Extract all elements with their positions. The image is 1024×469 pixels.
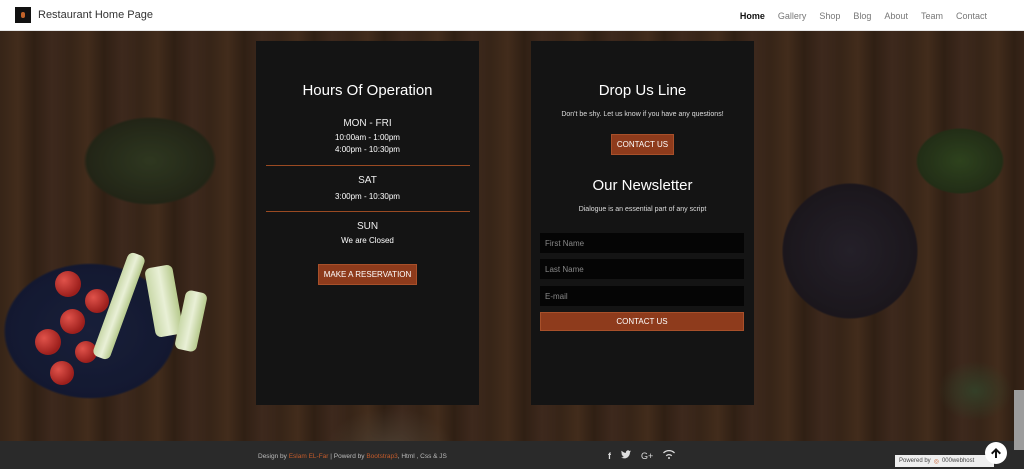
contact-button-wrap: CONTACT US — [531, 134, 754, 155]
hours-day-label: SAT — [358, 175, 377, 186]
brand-title[interactable]: Restaurant Home Page — [38, 9, 153, 21]
nav-item-contact[interactable]: Contact — [956, 11, 987, 21]
hours-time-line: 3:00pm - 10:30pm — [335, 192, 400, 201]
hours-time-line: We are Closed — [341, 236, 394, 245]
make-reservation-button[interactable]: MAKE A RESERVATION — [317, 264, 418, 285]
background-food-image — [0, 31, 1024, 441]
nav-item-home[interactable]: Home — [740, 11, 765, 21]
hours-block-sunday: SUN We are Closed — [256, 221, 479, 247]
credits-text: Powerd by — [333, 453, 365, 460]
newsletter-submit-button[interactable]: CONTACT US — [540, 312, 744, 331]
divider — [266, 211, 470, 212]
googleplus-icon[interactable]: G+ — [641, 451, 653, 461]
email-input[interactable]: E-mail — [540, 286, 744, 306]
scrollbar[interactable] — [1014, 390, 1024, 450]
credits-text: , Html , Css & JS — [397, 453, 447, 460]
hours-time-line: 4:00pm - 10:30pm — [335, 145, 400, 154]
nav-item-gallery[interactable]: Gallery — [778, 11, 807, 21]
designer-link[interactable]: Eslam EL-Far — [289, 453, 329, 460]
main-nav: Home Gallery Shop Blog About Team Contac… — [727, 0, 987, 31]
nav-item-shop[interactable]: Shop — [819, 11, 840, 21]
hours-block-saturday: SAT 3:00pm - 10:30pm — [256, 175, 479, 203]
hosting-badge-label: Powered by — [899, 458, 931, 464]
nav-item-team[interactable]: Team — [921, 11, 943, 21]
first-name-input[interactable]: First Name — [540, 233, 744, 253]
footer: Design by Eslam EL-Far | Powerd by Boots… — [0, 441, 1024, 469]
hours-time-line: 10:00am - 1:00pm — [335, 133, 400, 142]
credits-separator: | — [330, 453, 332, 460]
hours-day-label: SUN — [356, 221, 379, 232]
nav-item-about[interactable]: About — [884, 11, 908, 21]
facebook-icon[interactable]: f — [608, 451, 611, 461]
newsletter-subtitle: Dialogue is an essential part of any scr… — [578, 206, 707, 213]
hours-block-weekdays: MON - FRI 10:00am - 1:00pm 4:00pm - 10:3… — [256, 118, 479, 156]
twitter-icon[interactable] — [621, 450, 631, 461]
last-name-input[interactable]: Last Name — [540, 259, 744, 279]
nav-item-blog[interactable]: Blog — [853, 11, 871, 21]
contact-us-button[interactable]: CONTACT US — [610, 134, 675, 155]
bootstrap-link[interactable]: Bootstrap3 — [366, 453, 397, 460]
reservation-wrap: MAKE A RESERVATION — [256, 264, 479, 285]
drop-us-line-subtitle: Don't be shy. Let us know if you have an… — [561, 111, 724, 118]
hosting-logo-icon: ◎ — [933, 458, 939, 465]
hours-panel: Hours Of Operation MON - FRI 10:00am - 1… — [256, 41, 479, 405]
divider — [266, 165, 470, 166]
restaurant-logo-icon[interactable] — [15, 7, 31, 23]
top-navbar: Restaurant Home Page Home Gallery Shop B… — [0, 0, 1024, 31]
scroll-to-top-button[interactable] — [985, 442, 1007, 464]
drop-us-line-title: Drop Us Line — [598, 82, 687, 99]
footer-credits: Design by Eslam EL-Far | Powerd by Boots… — [258, 453, 447, 460]
arrow-up-icon — [991, 448, 1001, 458]
hours-day-label: MON - FRI — [343, 118, 392, 129]
hosting-badge-name: 000webhost — [941, 458, 975, 464]
contact-panel: Drop Us Line Don't be shy. Let us know i… — [531, 41, 754, 405]
hours-title: Hours Of Operation — [302, 82, 433, 99]
social-links: f G+ — [608, 450, 676, 461]
credits-text: Design by — [258, 453, 287, 460]
newsletter-title: Our Newsletter — [592, 177, 693, 194]
wifi-icon[interactable] — [663, 450, 676, 461]
hosting-badge[interactable]: Powered by ◎ 000webhost — [895, 455, 994, 467]
